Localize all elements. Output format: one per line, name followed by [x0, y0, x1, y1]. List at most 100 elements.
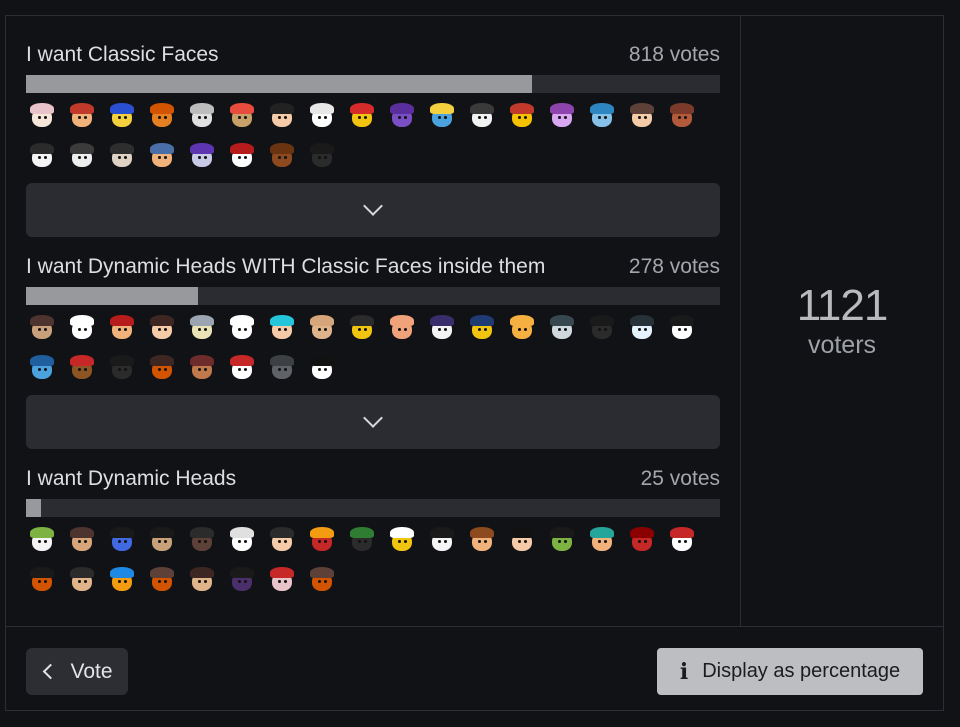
voter-avatar [306, 141, 338, 173]
avatar-eye [484, 540, 487, 543]
avatar-eye [684, 540, 687, 543]
avatar-eye [198, 580, 201, 583]
avatar-eye [204, 540, 207, 543]
avatar-accessory [470, 527, 494, 538]
avatar-eye [124, 116, 127, 119]
avatar-accessory [390, 527, 414, 538]
voter-avatars [26, 313, 720, 393]
voter-avatar [26, 565, 58, 597]
avatar-eye [124, 580, 127, 583]
avatar-accessory [190, 355, 214, 366]
avatar-eye [44, 116, 47, 119]
voter-avatar [226, 101, 258, 133]
voter-avatar [66, 565, 98, 597]
avatar-eye [644, 328, 647, 331]
voter-avatar [186, 141, 218, 173]
chevron-left-icon [43, 663, 59, 680]
voter-avatar [186, 101, 218, 133]
avatar-accessory [270, 355, 294, 366]
expand-voters-button[interactable] [26, 183, 720, 237]
avatar-accessory [310, 103, 334, 114]
avatar-eye [158, 540, 161, 543]
avatar-eye [604, 116, 607, 119]
avatar-eye [238, 156, 241, 159]
avatar-eye [78, 116, 81, 119]
voter-avatar [266, 525, 298, 557]
avatar-accessory [670, 103, 694, 114]
back-to-vote-button[interactable]: Vote [26, 648, 128, 695]
option-vote-count: 818 votes [628, 43, 720, 66]
voter-avatar [146, 565, 178, 597]
avatar-accessory [310, 143, 334, 154]
voter-avatar [106, 101, 138, 133]
expand-voters-button[interactable] [26, 395, 720, 449]
avatar-eye [204, 156, 207, 159]
avatar-eye [318, 156, 321, 159]
avatar-eye [118, 328, 121, 331]
avatar-accessory [150, 355, 174, 366]
avatar-eye [164, 156, 167, 159]
display-percentage-button[interactable]: i Display as percentage [657, 648, 923, 695]
avatar-eye [444, 116, 447, 119]
voter-avatar [306, 525, 338, 557]
avatar-accessory [190, 567, 214, 578]
avatar-accessory [70, 143, 94, 154]
avatar-eye [484, 116, 487, 119]
avatar-eye [278, 328, 281, 331]
avatar-accessory [550, 103, 574, 114]
avatar-accessory [230, 143, 254, 154]
avatar-eye [78, 368, 81, 371]
voter-avatar [66, 525, 98, 557]
avatar-eye [364, 540, 367, 543]
chevron-down-icon [363, 196, 383, 216]
avatar-eye [438, 540, 441, 543]
poll-results-panel: I want Classic Faces 818 votes I want Dy… [5, 15, 944, 711]
avatar-eye [198, 116, 201, 119]
avatar-accessory [150, 103, 174, 114]
avatar-accessory [110, 527, 134, 538]
avatar-eye [204, 580, 207, 583]
avatar-eye [38, 540, 41, 543]
avatar-eye [278, 156, 281, 159]
avatar-eye [238, 116, 241, 119]
avatar-eye [638, 116, 641, 119]
avatar-eye [284, 156, 287, 159]
voter-avatar [146, 141, 178, 173]
avatar-eye [244, 580, 247, 583]
voter-avatar [106, 525, 138, 557]
voter-avatar [426, 313, 458, 345]
avatar-eye [284, 580, 287, 583]
avatar-eye [238, 540, 241, 543]
avatar-accessory [30, 567, 54, 578]
voter-avatar [426, 101, 458, 133]
avatar-accessory [510, 527, 534, 538]
avatar-eye [158, 156, 161, 159]
voter-avatar [146, 313, 178, 345]
avatar-eye [324, 540, 327, 543]
avatar-eye [404, 116, 407, 119]
avatar-accessory [150, 143, 174, 154]
avatar-accessory [150, 527, 174, 538]
voter-avatar [346, 101, 378, 133]
avatar-eye [638, 328, 641, 331]
avatar-eye [204, 116, 207, 119]
voter-avatar [466, 525, 498, 557]
avatar-eye [158, 580, 161, 583]
avatar-accessory [30, 103, 54, 114]
avatar-eye [244, 156, 247, 159]
avatar-accessory [430, 527, 454, 538]
avatar-eye [118, 116, 121, 119]
avatar-accessory [590, 103, 614, 114]
voter-avatar [626, 313, 658, 345]
avatar-accessory [110, 103, 134, 114]
avatar-accessory [30, 355, 54, 366]
avatar-eye [284, 328, 287, 331]
avatar-accessory [110, 567, 134, 578]
voter-avatar [26, 525, 58, 557]
avatar-accessory [470, 315, 494, 326]
avatar-eye [324, 116, 327, 119]
avatar-accessory [270, 527, 294, 538]
voter-avatar [146, 525, 178, 557]
avatar-eye [598, 540, 601, 543]
avatar-eye [164, 116, 167, 119]
